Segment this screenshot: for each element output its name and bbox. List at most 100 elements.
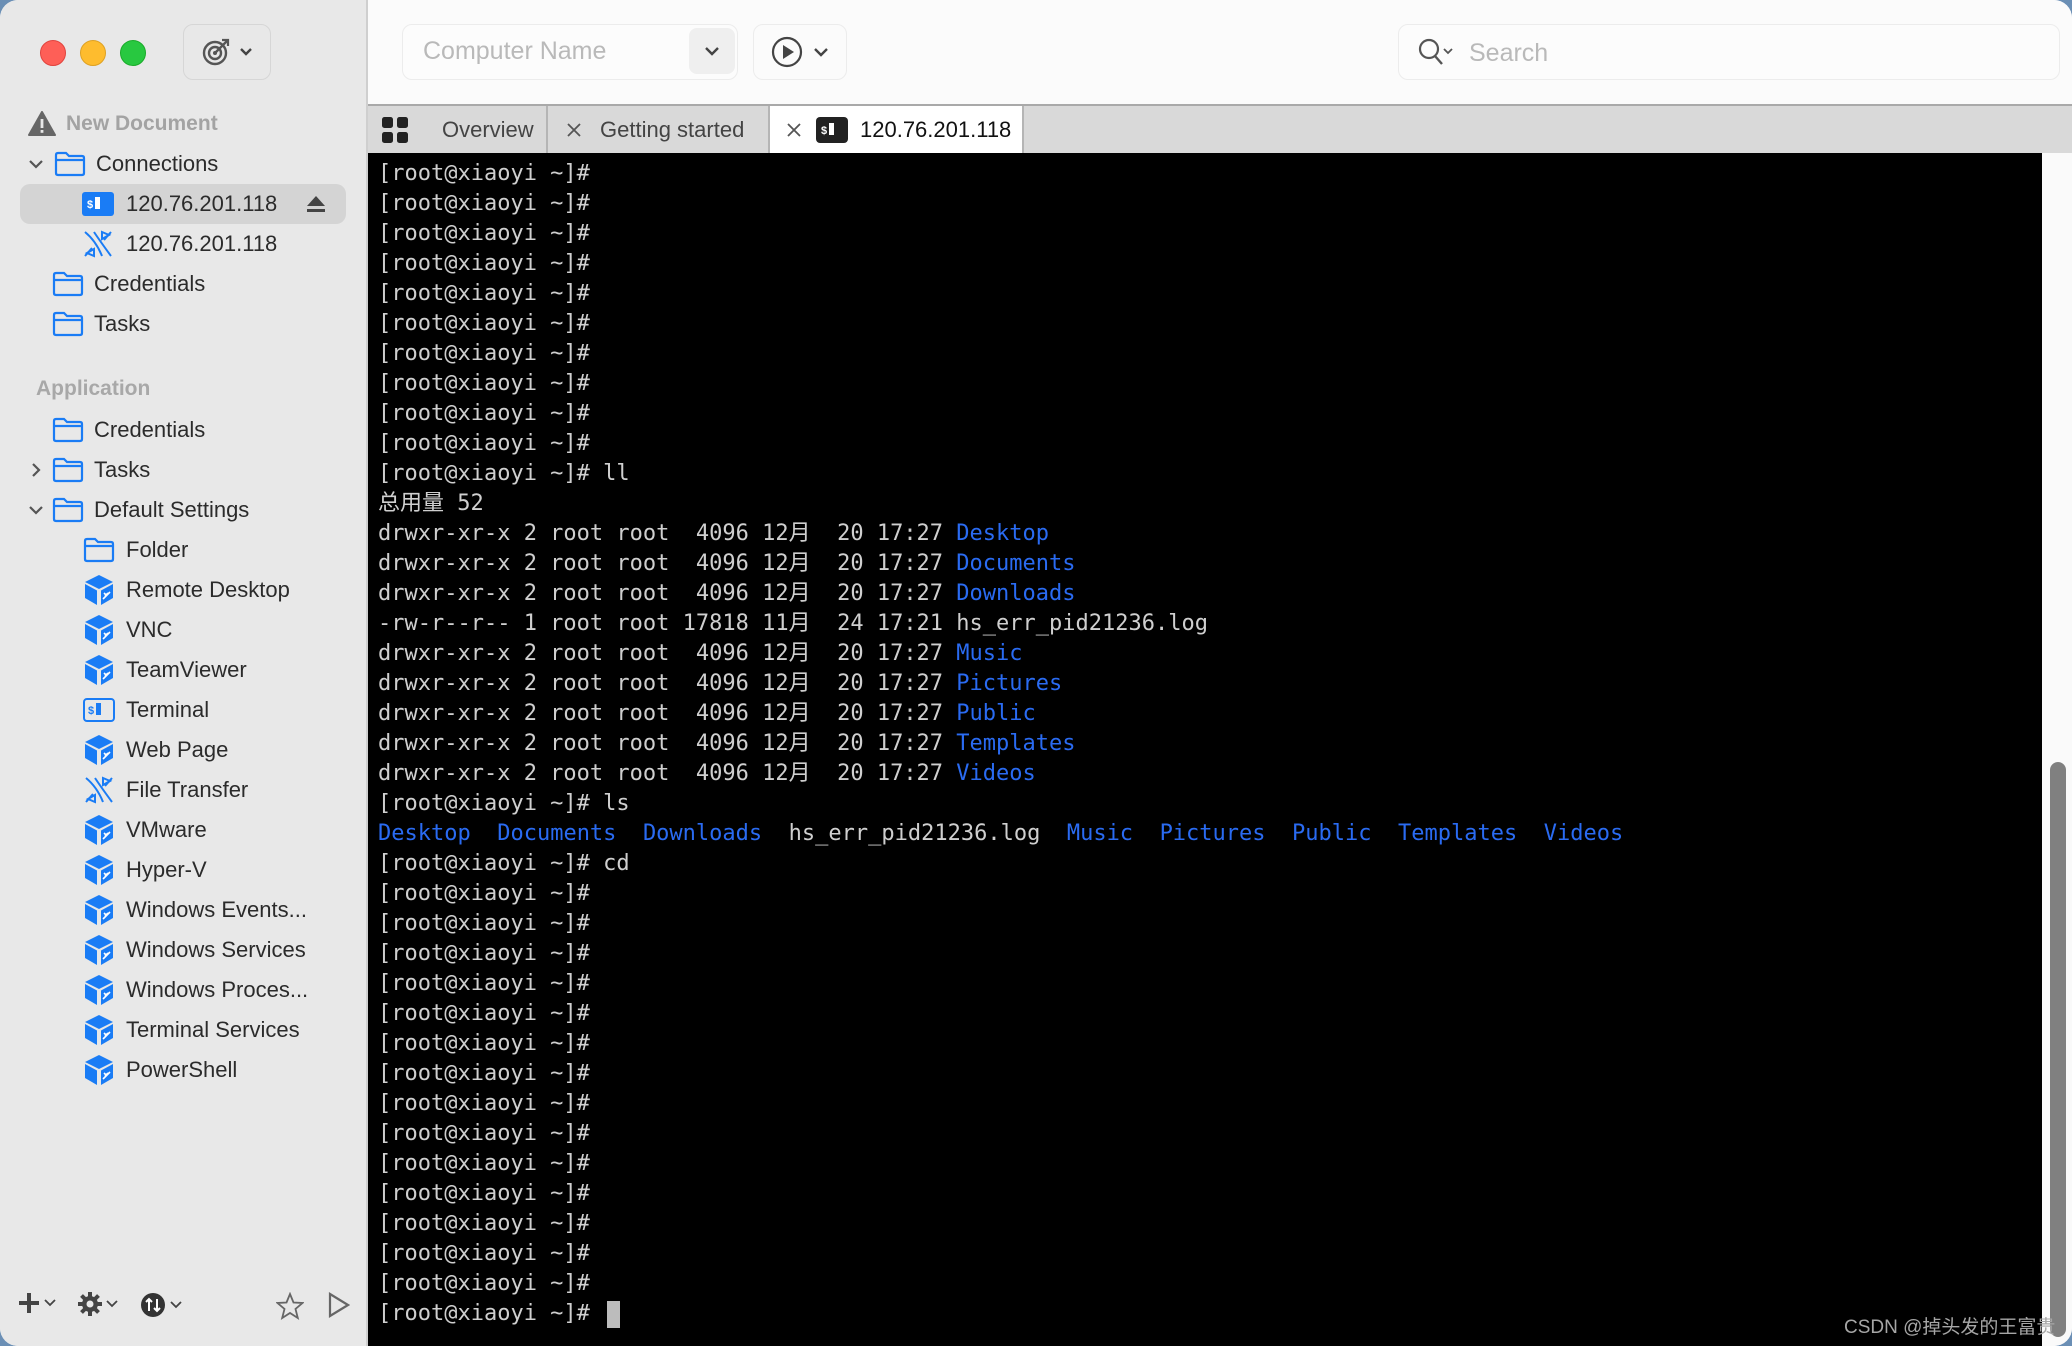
default-settings-item[interactable]: Windows Services (82, 930, 306, 970)
default-settings-item[interactable]: Terminal Services (82, 1010, 300, 1050)
chevron-down-icon[interactable] (26, 159, 46, 169)
terminal-line: [root@xiaoyi ~]# (378, 1269, 590, 1299)
close-icon[interactable] (786, 122, 802, 138)
computer-name-dropdown-button[interactable] (689, 28, 735, 74)
default-settings-item[interactable]: Hyper-V (82, 850, 207, 890)
folder-credentials[interactable]: Credentials (52, 264, 205, 304)
folder-label: Default Settings (94, 497, 250, 522)
directory-entry: Desktop (956, 521, 1050, 546)
add-button[interactable] (18, 1292, 56, 1314)
document-header[interactable]: New Document (28, 104, 218, 144)
tab-terminal-session[interactable]: $ 120.76.201.118 (770, 106, 1024, 153)
default-settings-item[interactable]: $ Terminal (82, 690, 209, 730)
computer-name-input[interactable]: Computer Name (423, 37, 606, 66)
search-icon (1418, 38, 1453, 65)
search-field[interactable]: Search (1398, 24, 2060, 80)
default-settings-item[interactable]: Remote Desktop (82, 570, 290, 610)
gear-icon (78, 1292, 102, 1316)
terminal-text: [root@xiaoyi ~]# (378, 221, 590, 246)
default-settings-item-label: Windows Services (126, 937, 306, 962)
default-settings-item-label: Folder (126, 537, 189, 562)
terminal-text: [root@xiaoyi ~]# (378, 431, 590, 456)
terminal-text: drwxr-xr-x 2 root root 4096 12月 20 17:27 (378, 551, 957, 576)
svg-text:$: $ (821, 125, 827, 137)
terminal-line: [root@xiaoyi ~]# (378, 189, 590, 219)
sidebar: New Document Connections $ 120.76.201.11… (0, 0, 368, 1346)
terminal-line: [root@xiaoyi ~]# (378, 939, 590, 969)
favorite-button[interactable] (276, 1292, 304, 1320)
plugin-cube-icon (82, 574, 116, 606)
default-settings-item-label: Windows Events... (126, 897, 307, 922)
scrollbar-thumb[interactable] (2050, 762, 2066, 1337)
directory-entry: Documents (956, 551, 1076, 576)
chevron-down-icon (106, 1300, 118, 1308)
default-settings-item[interactable]: VMware (82, 810, 207, 850)
file-transfer-icon (84, 230, 112, 258)
folder-icon (52, 497, 84, 523)
app-folder-tasks[interactable]: Tasks (26, 450, 150, 490)
plugin-cube-icon (82, 934, 116, 966)
minimize-window-button[interactable] (80, 40, 106, 66)
default-settings-item[interactable]: File Transfer (82, 770, 248, 810)
plugin-cube-icon (82, 974, 116, 1006)
default-settings-item-label: VMware (126, 817, 207, 842)
zoom-window-button[interactable] (120, 40, 146, 66)
chevron-down-icon (814, 48, 828, 57)
chevron-down-icon (705, 47, 719, 56)
terminal-line: drwxr-xr-x 2 root root 4096 12月 20 17:27… (378, 669, 1062, 699)
terminal-text: [root@xiaoyi ~]# (378, 341, 590, 366)
connection-item-file-transfer[interactable]: 120.76.201.118 (0, 224, 277, 264)
terminal-line: [root@xiaoyi ~]# (378, 369, 590, 399)
tab-overview[interactable]: Overview (368, 106, 548, 153)
directory-entry: Videos (1543, 821, 1624, 846)
directory-entry: Templates (956, 731, 1076, 756)
folder-connections[interactable]: Connections (26, 144, 218, 184)
directory-entry: Templates (1398, 821, 1518, 846)
default-settings-item[interactable]: PowerShell (82, 1050, 237, 1090)
folder-tasks[interactable]: Tasks (52, 304, 150, 344)
plugin-cube-icon (82, 654, 116, 686)
terminal-text: [root@xiaoyi ~]# (378, 971, 590, 996)
default-settings-item[interactable]: Folder (82, 530, 188, 570)
connect-play-button[interactable] (753, 24, 847, 80)
sync-button[interactable] (140, 1292, 182, 1318)
terminal-line: drwxr-xr-x 2 root root 4096 12月 20 17:27… (378, 639, 1023, 669)
chevron-down-icon[interactable] (26, 505, 46, 515)
default-settings-item[interactable]: Windows Proces... (82, 970, 308, 1010)
default-settings-item[interactable]: Web Page (82, 730, 228, 770)
default-settings-item[interactable]: Windows Events... (82, 890, 307, 930)
settings-button[interactable] (78, 1292, 118, 1316)
search-input[interactable]: Search (1469, 39, 1548, 68)
terminal-text: [root@xiaoyi ~]# cd (378, 851, 630, 876)
terminal-scrollbar[interactable] (2042, 153, 2072, 1346)
connection-item-terminal[interactable]: $ 120.76.201.118 (20, 184, 346, 224)
terminal-line: [root@xiaoyi ~]# (378, 249, 590, 279)
terminal-line: drwxr-xr-x 2 root root 4096 12月 20 17:27… (378, 699, 1036, 729)
default-settings-item[interactable]: TeamViewer (82, 650, 247, 690)
terminal-output[interactable]: [root@xiaoyi ~]# [root@xiaoyi ~]# [root@xi… (368, 153, 2042, 1346)
terminal-line: drwxr-xr-x 2 root root 4096 12月 20 17:27… (378, 759, 1036, 789)
terminal-text: [root@xiaoyi ~]# (378, 1181, 590, 1206)
app-folder-credentials[interactable]: Credentials (52, 410, 205, 450)
terminal-text: [root@xiaoyi ~]# (378, 1241, 590, 1266)
target-menu-button[interactable] (183, 24, 271, 80)
file-entry: hs_err_pid21236.log (956, 611, 1208, 636)
computer-name-combobox[interactable]: Computer Name (402, 24, 738, 80)
close-window-button[interactable] (40, 40, 66, 66)
eject-icon[interactable] (306, 195, 326, 213)
terminal-text: drwxr-xr-x 2 root root 4096 12月 20 17:27 (378, 641, 957, 666)
play-button[interactable] (328, 1292, 350, 1318)
close-icon[interactable] (566, 122, 582, 138)
plugin-cube-icon (82, 734, 116, 766)
section-application: Application (36, 377, 151, 400)
tab-getting-started[interactable]: Getting started (548, 106, 770, 153)
chevron-down-icon (44, 1299, 56, 1307)
folder-label: Tasks (94, 311, 151, 336)
terminal-text: [root@xiaoyi ~]# (378, 1211, 590, 1236)
terminal-text: [root@xiaoyi ~]# (378, 911, 590, 936)
play-icon (328, 1292, 350, 1318)
default-settings-item[interactable]: VNC (82, 610, 172, 650)
terminal-text: drwxr-xr-x 2 root root 4096 12月 20 17:27 (378, 581, 957, 606)
app-folder-default-settings[interactable]: Default Settings (26, 490, 249, 530)
chevron-right-icon[interactable] (26, 462, 46, 478)
